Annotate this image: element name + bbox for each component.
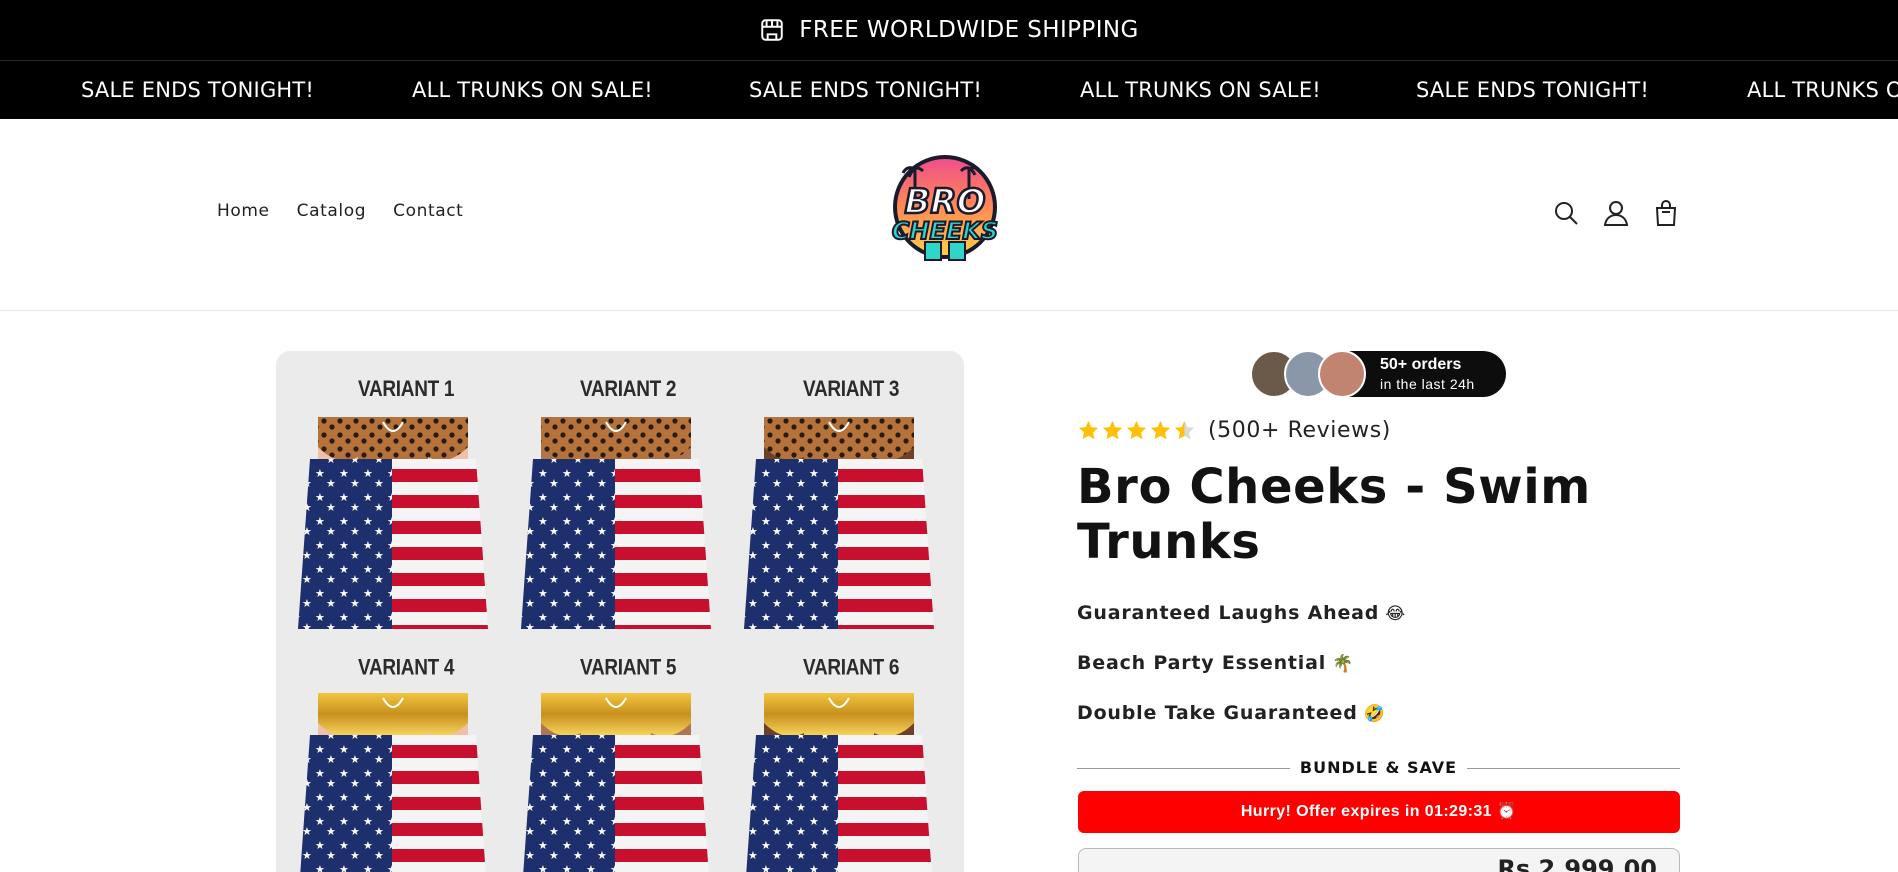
marquee-item: ALL TRUNKS ON SALE! bbox=[412, 78, 653, 102]
variant-label: VARIANT 6 bbox=[803, 656, 900, 681]
variant-label: VARIANT 1 bbox=[358, 377, 455, 402]
trunk-variant-5-image bbox=[523, 693, 709, 872]
benefit-item: Beach Party Essential 🌴 bbox=[1077, 652, 1354, 674]
search-icon[interactable] bbox=[1553, 199, 1579, 227]
product-rating[interactable]: (500+ Reviews) bbox=[1077, 418, 1391, 443]
bundle-save-label: BUNDLE & SAVE bbox=[1289, 758, 1468, 777]
brand-logo[interactable]: BRO CHEEKS bbox=[885, 147, 1005, 281]
logo-text-cheeks: CHEEKS bbox=[892, 217, 998, 245]
trunk-variant-6-image bbox=[746, 693, 932, 872]
main-nav: Home Catalog Contact bbox=[217, 201, 463, 221]
rating-stars bbox=[1077, 419, 1196, 442]
trunk-variant-2-image bbox=[521, 417, 711, 629]
marquee-item: ALL TRUNKS ON SALE! bbox=[1747, 78, 1898, 102]
orders-period-text: in the last 24h bbox=[1380, 376, 1475, 392]
palm-tree-emoji-icon: 🌴 bbox=[1332, 654, 1354, 674]
star-half-icon bbox=[1174, 420, 1195, 440]
cart-icon[interactable] bbox=[1653, 199, 1679, 227]
bundle-offer-option[interactable]: Rs 2,999.00 bbox=[1078, 848, 1680, 872]
benefit-text: Beach Party Essential bbox=[1077, 652, 1327, 674]
account-icon[interactable] bbox=[1603, 199, 1629, 227]
trunk-variant-3-image bbox=[744, 417, 934, 629]
offer-countdown-banner: Hurry! Offer expires in 01:29:31 ⏰ bbox=[1078, 791, 1680, 833]
rofl-emoji-icon: 🤣 bbox=[1363, 704, 1386, 724]
nav-catalog[interactable]: Catalog bbox=[297, 201, 367, 221]
logo-text-bro: BRO bbox=[905, 182, 986, 222]
benefit-text: Double Take Guaranteed bbox=[1077, 702, 1358, 724]
laughing-emoji-icon: 😂 bbox=[1385, 604, 1406, 624]
variant-label: VARIANT 3 bbox=[803, 377, 900, 402]
sale-marquee: SALE ENDS TONIGHT! ALL TRUNKS ON SALE! S… bbox=[0, 61, 1898, 119]
nav-home[interactable]: Home bbox=[217, 201, 270, 221]
variant-label: VARIANT 2 bbox=[580, 377, 677, 402]
marquee-item: ALL TRUNKS ON SALE! bbox=[1080, 78, 1321, 102]
trunk-variant-1-image bbox=[298, 417, 488, 629]
shop-icon bbox=[761, 19, 783, 41]
variant-label: VARIANT 4 bbox=[358, 656, 455, 681]
benefit-text: Guaranteed Laughs Ahead bbox=[1077, 602, 1380, 624]
announcement-bar: FREE WORLDWIDE SHIPPING bbox=[0, 0, 1898, 61]
variant-label: VARIANT 5 bbox=[580, 656, 677, 681]
offer-price: Rs 2,999.00 bbox=[1497, 855, 1657, 872]
star-icon bbox=[1126, 420, 1147, 440]
marquee-item: SALE ENDS TONIGHT! bbox=[1416, 78, 1650, 102]
recent-orders-badge: 50+ orders in the last 24h bbox=[1250, 350, 1506, 398]
site-header: Home Catalog Contact BRO CHEEKS bbox=[0, 119, 1898, 311]
avatar bbox=[1318, 350, 1366, 398]
benefit-item: Guaranteed Laughs Ahead 😂 bbox=[1077, 602, 1406, 624]
star-icon bbox=[1078, 420, 1099, 440]
benefit-item: Double Take Guaranteed 🤣 bbox=[1077, 702, 1386, 724]
bundle-save-divider: BUNDLE & SAVE bbox=[1077, 758, 1680, 778]
reviews-count[interactable]: (500+ Reviews) bbox=[1208, 418, 1391, 443]
orders-count-text: 50+ orders bbox=[1380, 356, 1462, 373]
header-icons bbox=[1553, 199, 1679, 227]
star-icon bbox=[1102, 420, 1123, 440]
nav-contact[interactable]: Contact bbox=[393, 201, 463, 221]
marquee-item: SALE ENDS TONIGHT! bbox=[81, 78, 315, 102]
announcement-text: FREE WORLDWIDE SHIPPING bbox=[799, 17, 1139, 43]
trunk-variant-4-image bbox=[300, 693, 486, 872]
product-gallery-image[interactable]: VARIANT 1 VARIANT 2 VARIANT 3 VARIANT 4 … bbox=[276, 351, 964, 872]
marquee-item: SALE ENDS TONIGHT! bbox=[749, 78, 983, 102]
star-icon bbox=[1150, 420, 1171, 440]
product-title: Bro Cheeks - Swim Trunks bbox=[1077, 459, 1591, 570]
